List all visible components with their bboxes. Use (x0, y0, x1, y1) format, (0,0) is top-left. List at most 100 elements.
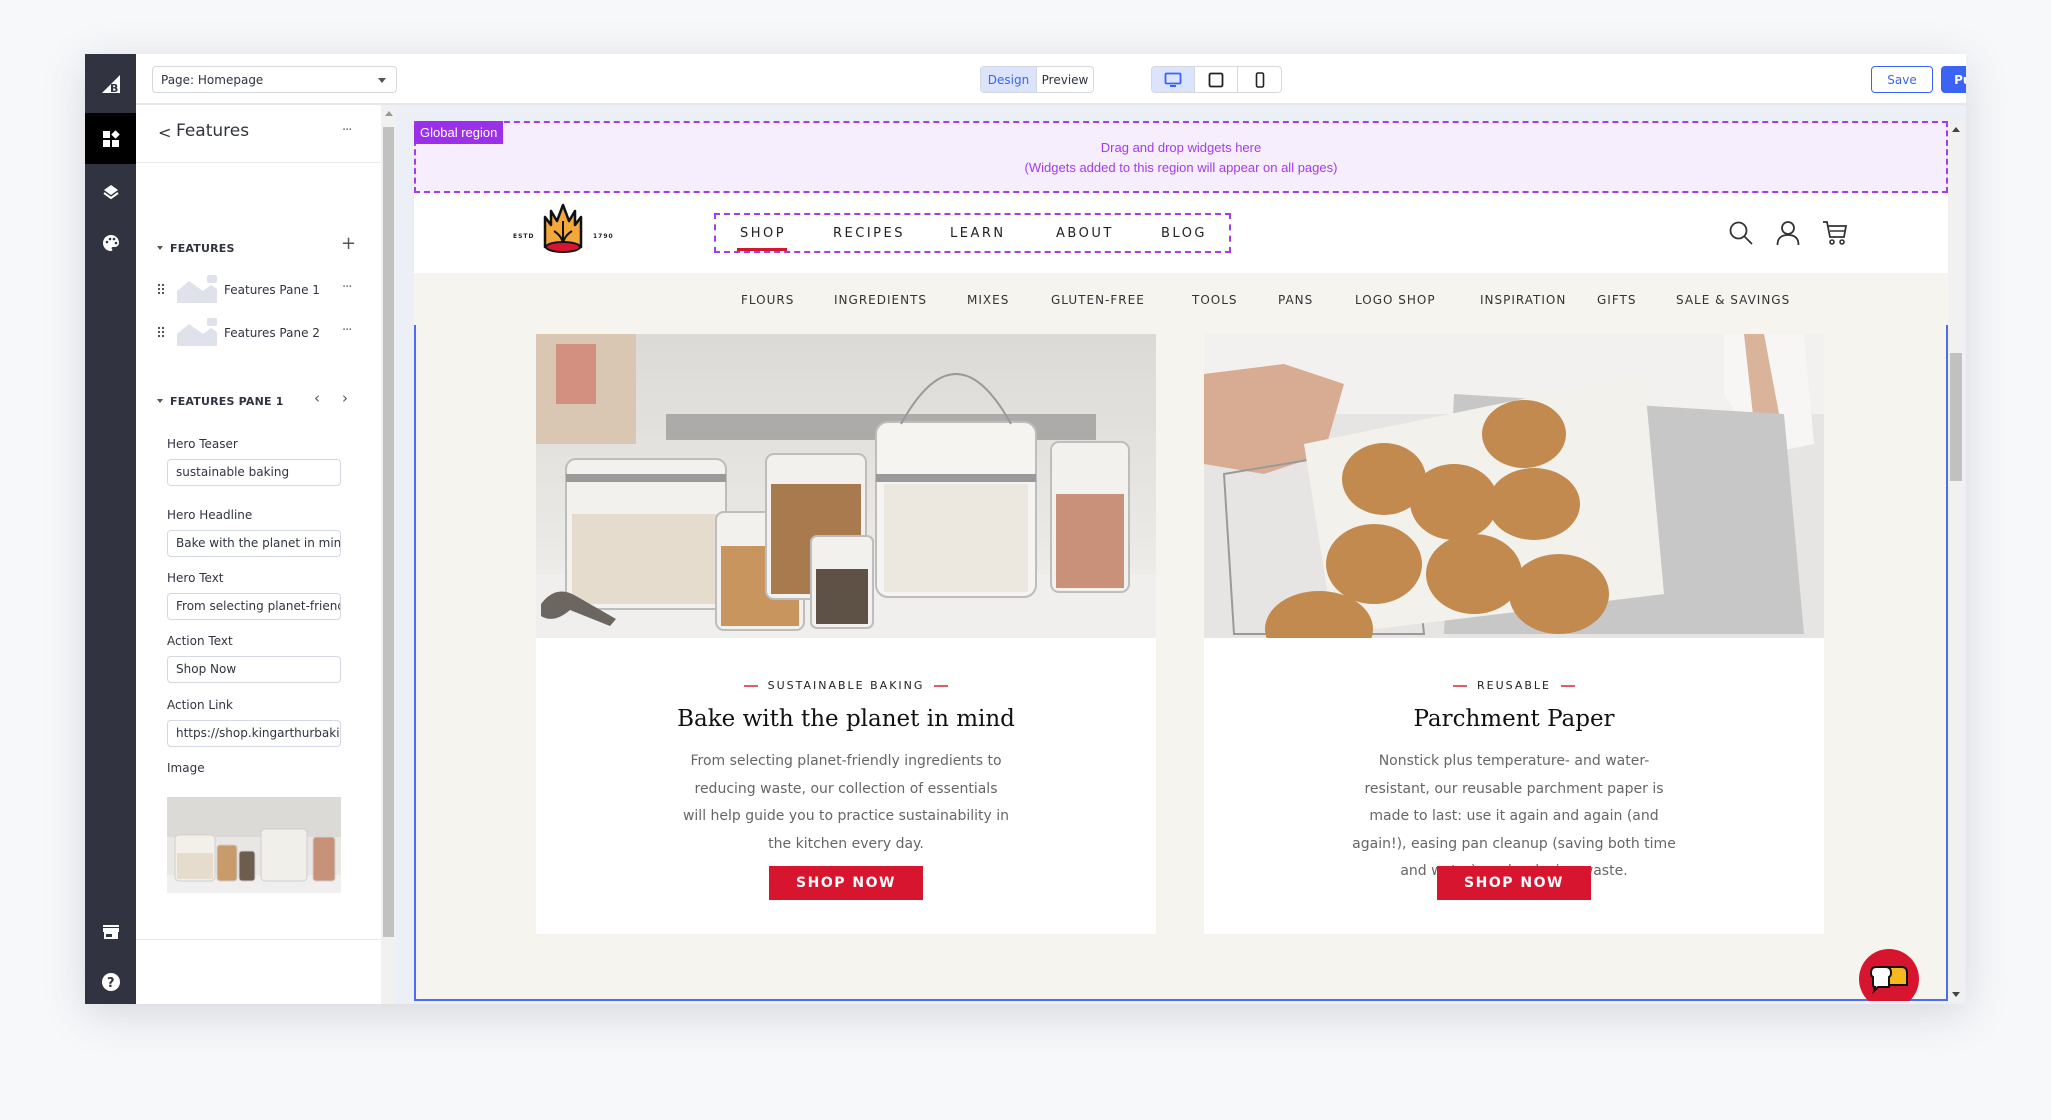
widget-selection-outline (414, 325, 416, 1001)
page-select[interactable]: Page: Homepage (152, 66, 397, 93)
feature-card[interactable]: REUSABLE Parchment Paper Nonstick plus t… (1204, 334, 1824, 934)
category-gifts[interactable]: GIFTS (1597, 293, 1636, 307)
image-placeholder-icon (177, 318, 217, 346)
hero-headline-label: Hero Headline (167, 508, 253, 522)
widget-selection-outline (414, 999, 1948, 1001)
top-toolbar: Page: Homepage Design Preview Save Publi… (136, 54, 1966, 105)
features-section-label: FEATURES (170, 242, 235, 255)
drag-handle-icon[interactable] (157, 326, 165, 338)
dropzone-hint-line2: (Widgets added to this region will appea… (1024, 160, 1338, 175)
feature-headline: Parchment Paper (1413, 706, 1615, 732)
panel-title: Features (176, 121, 250, 141)
feature-headline: Bake with the planet in mind (677, 706, 1015, 732)
teaser-dash (1453, 685, 1467, 687)
shop-now-button[interactable]: SHOP NOW (1437, 866, 1591, 900)
preview-tab[interactable]: Preview (1037, 67, 1093, 92)
feature-teaser: SUSTAINABLE BAKING (536, 679, 1156, 692)
panel-more-icon[interactable]: ··· (342, 123, 352, 138)
mobile-view-button[interactable] (1238, 67, 1281, 92)
hero-headline-input[interactable]: Bake with the planet in mind (167, 530, 341, 557)
drag-handle-icon[interactable] (157, 283, 165, 295)
add-pane-icon[interactable]: + (341, 233, 356, 254)
pane-more-icon[interactable]: ··· (342, 280, 352, 295)
category-sale-savings[interactable]: SALE & SAVINGS (1676, 293, 1790, 307)
storefront-icon[interactable] (85, 906, 136, 957)
hero-teaser-label: Hero Teaser (167, 437, 238, 451)
category-mixes[interactable]: MIXES (967, 293, 1009, 307)
widgets-icon[interactable] (85, 113, 136, 164)
teaser-text: SUSTAINABLE BAKING (767, 679, 925, 692)
nav-recipes[interactable]: RECIPES (833, 226, 905, 241)
action-text-label: Action Text (167, 634, 233, 648)
pane-list-item[interactable]: Features Pane 1 ··· (136, 271, 381, 307)
teaser-text: REUSABLE (1477, 679, 1551, 692)
nav-shop[interactable]: SHOP (736, 226, 788, 251)
scroll-down-icon[interactable] (1952, 992, 1960, 997)
scroll-up-icon[interactable] (385, 111, 393, 116)
pane-section-header[interactable]: FEATURES PANE 1 (157, 395, 284, 408)
help-icon[interactable]: ? (85, 956, 136, 1004)
design-tab[interactable]: Design (981, 67, 1037, 92)
action-text-input[interactable]: Shop Now (167, 656, 341, 683)
cart-icon[interactable] (1822, 220, 1848, 246)
image-placeholder-icon (177, 275, 217, 303)
features-section-header[interactable]: FEATURES (157, 242, 235, 255)
layers-icon[interactable] (85, 166, 136, 217)
hero-teaser-input[interactable]: sustainable baking (167, 459, 341, 486)
pane-section-label: FEATURES PANE 1 (170, 395, 284, 408)
device-toggle (1151, 66, 1282, 93)
search-icon[interactable] (1728, 220, 1754, 246)
hero-text-input[interactable]: From selecting planet-friendly ingredien… (167, 593, 341, 620)
teaser-dash (743, 685, 758, 687)
nav-about[interactable]: ABOUT (1056, 226, 1114, 241)
mobile-icon (1255, 71, 1264, 88)
global-region-dropzone[interactable]: Global region Drag and drop widgets here… (414, 121, 1948, 193)
logo-year: 1790 (593, 233, 614, 240)
action-link-input[interactable]: https://shop.kingarthurbaking.com (167, 720, 341, 747)
category-inspiration[interactable]: INSPIRATION (1480, 293, 1566, 307)
account-icon[interactable] (1776, 220, 1800, 246)
previous-pane-icon[interactable]: ‹ (314, 389, 320, 407)
main-navigation: SHOP RECIPES LEARN ABOUT BLOG (714, 213, 1231, 253)
save-button[interactable]: Save (1871, 66, 1933, 93)
panel-scrollbar[interactable] (381, 105, 396, 1004)
chat-widget-button[interactable] (1859, 949, 1919, 1001)
pane-list-item[interactable]: Features Pane 2 ··· (136, 314, 381, 350)
next-pane-icon[interactable]: › (342, 389, 348, 407)
canvas-scrollbar[interactable] (1948, 121, 1964, 1001)
store-logo[interactable]: ESTD 1790 (513, 203, 623, 257)
publish-button[interactable]: Publish (1941, 66, 1966, 93)
shop-now-button[interactable]: SHOP NOW (769, 866, 923, 900)
tablet-view-button[interactable] (1195, 67, 1238, 92)
category-logo-shop[interactable]: LOGO SHOP (1355, 293, 1436, 307)
crown-wheat-logo-icon (543, 203, 583, 253)
dropzone-hint-line1: Drag and drop widgets here (1100, 140, 1262, 155)
panel-header: < Features ··· (136, 105, 381, 163)
canvas-scrollbar-thumb[interactable] (1950, 353, 1962, 481)
category-flours[interactable]: FLOURS (741, 293, 794, 307)
category-gluten-free[interactable]: GLUTEN-FREE (1051, 293, 1145, 307)
back-button[interactable]: < (158, 123, 171, 142)
category-tools[interactable]: TOOLS (1192, 293, 1238, 307)
nav-learn[interactable]: LEARN (950, 226, 1006, 241)
desktop-view-button[interactable] (1152, 67, 1195, 92)
pane-more-icon[interactable]: ··· (342, 323, 352, 338)
logo-estd: ESTD (513, 233, 535, 240)
scroll-up-icon[interactable] (1952, 127, 1960, 132)
category-ingredients[interactable]: INGREDIENTS (834, 293, 927, 307)
nav-blog[interactable]: BLOG (1161, 226, 1207, 241)
feature-image-cookies (1204, 334, 1824, 638)
panel-divider (136, 939, 381, 940)
category-pans[interactable]: PANS (1278, 293, 1313, 307)
caret-down-icon (157, 246, 163, 250)
panel-scrollbar-thumb[interactable] (383, 127, 394, 937)
feature-card[interactable]: SUSTAINABLE BAKING Bake with the planet … (536, 334, 1156, 934)
bigcommerce-logo[interactable]: B (85, 54, 136, 113)
page-select-value: Page: Homepage (161, 73, 264, 87)
theme-palette-icon[interactable] (85, 217, 136, 268)
image-picker-thumbnail[interactable] (167, 797, 341, 893)
chevron-down-icon (378, 78, 386, 83)
teaser-dash (934, 685, 949, 687)
feature-body: From selecting planet-friendly ingredien… (682, 753, 1010, 852)
hero-text-label: Hero Text (167, 571, 224, 585)
